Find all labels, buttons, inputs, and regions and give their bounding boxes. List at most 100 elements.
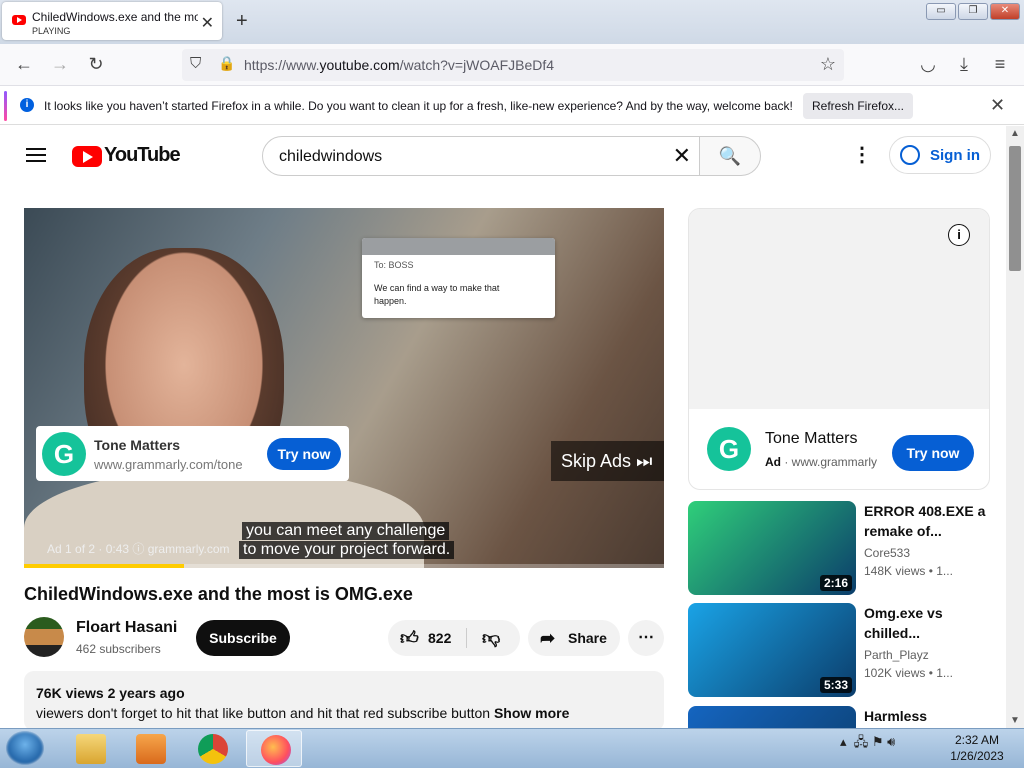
sidebar-ad-name: Tone Matters <box>765 430 858 447</box>
search-query[interactable]: chiledwindows <box>279 148 382 166</box>
pocket-icon[interactable]: ◡ <box>916 54 940 75</box>
scrollbar-thumb[interactable] <box>1009 146 1021 271</box>
reload-icon[interactable]: ↻ <box>84 54 108 75</box>
url-text[interactable]: https://www.youtube.com/watch?v=jWOAFJBe… <box>244 57 554 73</box>
ad-info-site[interactable]: grammarly.com <box>148 542 230 556</box>
recommendation-channel[interactable]: Parth_Playz <box>864 648 929 662</box>
video-title: ChiledWindows.exe and the most is OMG.ex… <box>24 584 413 604</box>
youtube-logo-icon[interactable] <box>72 146 102 167</box>
progress-bar[interactable] <box>24 564 664 568</box>
tab-close-icon[interactable]: ✕ <box>201 13 214 33</box>
minimize-button[interactable]: ▭ <box>926 3 956 20</box>
share-button[interactable]: ➦ Share <box>528 620 620 656</box>
taskbar-chrome[interactable] <box>184 730 240 767</box>
new-tab-icon[interactable]: + <box>236 10 248 33</box>
try-now-button[interactable]: Try now <box>267 438 341 470</box>
sidebar-ad-image[interactable] <box>689 209 989 409</box>
info-icon: i <box>20 98 34 112</box>
recommendation-item[interactable]: 5:33 Omg.exe vs chilled... Parth_Playz 1… <box>688 603 990 697</box>
folder-icon <box>76 734 106 764</box>
views-date: 76K views 2 years ago <box>36 685 185 701</box>
notification-bar: i It looks like you haven’t started Fire… <box>0 87 1024 125</box>
volume-icon[interactable]: 🔊︎ <box>887 734 895 749</box>
shield-icon[interactable]: ⛉ <box>190 55 201 72</box>
close-window-button[interactable]: ✕ <box>990 3 1020 20</box>
grammarly-logo-icon: G <box>42 432 86 476</box>
ad-label: Ad <box>765 455 781 469</box>
clock[interactable]: 2:32 AM 1/26/2023 <box>945 732 1009 764</box>
like-icon[interactable]: 👍︎ <box>400 620 419 656</box>
ad-name: Tone Matters <box>94 437 181 453</box>
ad-overlay-card[interactable]: G Tone Matters www.grammarly.com/tone Tr… <box>36 426 349 481</box>
description-text: viewers don't forget to hit that like bu… <box>36 705 570 721</box>
recommendation-channel[interactable]: Core533 <box>864 546 910 560</box>
guide-menu-icon[interactable] <box>26 148 46 150</box>
bookmark-star-icon[interactable]: ☆ <box>820 54 836 75</box>
search-button[interactable]: 🔍 <box>699 136 761 176</box>
sidebar-ad-meta: Ad · www.grammarly <box>765 455 878 469</box>
maximize-button[interactable]: ❐ <box>958 3 988 20</box>
sidebar-ad-site: www.grammarly <box>791 455 878 469</box>
search-input[interactable]: chiledwindows ✕ <box>262 136 700 176</box>
forward-icon[interactable]: → <box>48 54 72 75</box>
recommendation-title[interactable]: Harmless <box>864 706 990 726</box>
menu-icon[interactable]: ≡ <box>988 54 1012 75</box>
grammarly-logo-icon: G <box>707 427 751 471</box>
video-player[interactable]: To: BOSS We can find a way to make that … <box>24 208 664 568</box>
recommendation-item[interactable]: Harmless <box>688 706 990 728</box>
scroll-down-icon[interactable]: ▼ <box>1010 715 1020 726</box>
recommendation-thumbnail[interactable] <box>688 706 856 728</box>
recommendation-thumbnail[interactable]: 2:16 <box>688 501 856 595</box>
like-count[interactable]: 822 <box>428 620 451 656</box>
channel-avatar[interactable] <box>24 617 64 657</box>
dislike-icon[interactable]: 👎︎ <box>482 620 500 656</box>
notification-close-icon[interactable]: ✕ <box>990 95 1005 116</box>
like-separator <box>466 628 467 648</box>
system-tray[interactable]: ▴ 🖧 ⚑ 🔊︎ <box>840 733 895 755</box>
tab-title: ChiledWindows.exe and the most is OMG.ex… <box>32 10 198 24</box>
network-icon[interactable]: 🖧 <box>854 734 869 749</box>
tray-expand-icon[interactable]: ▴ <box>840 734 847 749</box>
sidebar-try-now-button[interactable]: Try now <box>892 435 974 471</box>
start-button[interactable] <box>6 731 44 765</box>
tab-status: PLAYING <box>32 26 71 36</box>
lock-icon[interactable]: 🔒 <box>218 55 235 72</box>
settings-kebab-icon[interactable]: ⋮ <box>852 142 872 167</box>
taskbar-media-player[interactable] <box>122 730 178 767</box>
scroll-up-icon[interactable]: ▲ <box>1010 128 1020 139</box>
more-actions-button[interactable]: ⋯ <box>628 620 664 656</box>
description-box[interactable]: 76K views 2 years ago viewers don't forg… <box>24 671 664 731</box>
email-body: We can find a way to make that happen. <box>374 283 500 306</box>
clock-date: 1/26/2023 <box>950 749 1004 763</box>
sidebar-ad[interactable]: i G Tone Matters Ad · www.grammarly Try … <box>688 208 990 490</box>
skip-ads-button[interactable]: Skip Ads ⏭ <box>551 441 664 481</box>
action-center-icon[interactable]: ⚑ <box>872 734 884 749</box>
taskbar-explorer[interactable] <box>62 730 118 767</box>
chrome-icon <box>198 734 228 764</box>
email-overlay: To: BOSS We can find a way to make that … <box>362 238 555 318</box>
recommendation-thumbnail[interactable]: 5:33 <box>688 603 856 697</box>
video-duration: 5:33 <box>819 677 852 693</box>
sign-in-button[interactable]: Sign in <box>889 136 991 174</box>
subscribe-button[interactable]: Subscribe <box>196 620 290 656</box>
taskbar-firefox[interactable] <box>246 730 302 767</box>
channel-name[interactable]: Floart Hasani <box>76 619 177 637</box>
show-more-link[interactable]: Show more <box>494 705 569 721</box>
browser-tab[interactable]: ChiledWindows.exe and the most is OMG.ex… <box>2 2 222 40</box>
ad-info-icon[interactable]: i <box>948 224 970 246</box>
refresh-firefox-button[interactable]: Refresh Firefox... <box>803 93 913 119</box>
clear-search-icon[interactable]: ✕ <box>673 143 691 169</box>
youtube-logo-text[interactable]: YouTube <box>104 144 181 167</box>
accent-bar <box>4 91 7 121</box>
url-bar[interactable]: ⛉ 🔒 https://www.youtube.com/watch?v=jWOA… <box>182 49 844 81</box>
skip-ads-label: Skip Ads <box>561 451 632 471</box>
ad-info: Ad 1 of 2 · 0:43 ⓘ grammarly.com <box>47 542 230 556</box>
recommendation-item[interactable]: 2:16 ERROR 408.EXE a remake of... Core53… <box>688 501 990 595</box>
recommendation-title[interactable]: Omg.exe vs chilled... <box>864 603 990 643</box>
firefox-icon <box>261 735 291 765</box>
back-icon[interactable]: ← <box>12 54 36 75</box>
downloads-icon[interactable]: ⤓ <box>952 54 976 75</box>
youtube-header: YouTube chiledwindows ✕ 🔍 ⋮ Sign in <box>0 126 1006 186</box>
page-scrollbar[interactable]: ▲ ▼ <box>1006 126 1024 728</box>
recommendation-title[interactable]: ERROR 408.EXE a remake of... <box>864 501 990 541</box>
